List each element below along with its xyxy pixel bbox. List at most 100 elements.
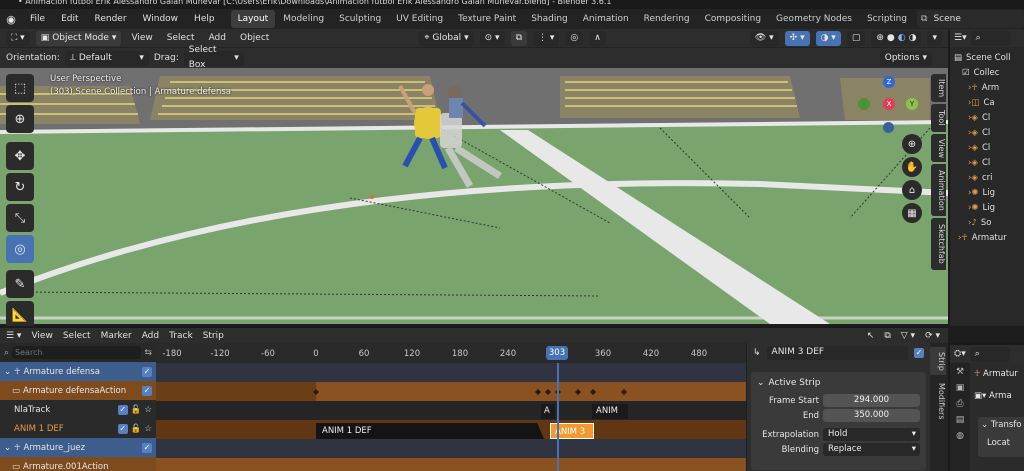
collapse-icon[interactable]: ⌄: [4, 443, 11, 453]
proportional-edit-icon[interactable]: ◎: [565, 30, 584, 46]
ntab-item[interactable]: Item: [931, 74, 946, 102]
properties-search-icon[interactable]: ⌕: [969, 346, 1010, 362]
wireframe-shading-icon[interactable]: ⊕: [876, 31, 884, 46]
3d-viewport[interactable]: User Perspective (303) Scene Collection …: [0, 68, 948, 324]
outliner-item[interactable]: ›◈ Cl: [954, 155, 1024, 170]
drag-dropdown[interactable]: Select Box ▾: [183, 45, 244, 70]
nla-strip-a[interactable]: A: [541, 404, 555, 419]
tab-texture-paint[interactable]: Texture Paint: [451, 10, 523, 28]
current-frame-indicator[interactable]: 303: [546, 346, 568, 360]
transform-header[interactable]: ⌄ Transfo: [981, 420, 1023, 430]
outliner-item[interactable]: ›◈ Cl: [954, 110, 1024, 125]
playhead-line[interactable]: [557, 363, 559, 471]
ntab-view[interactable]: View: [931, 134, 946, 162]
solid-shading-icon[interactable]: ●: [887, 31, 895, 46]
nla-cursor-icon[interactable]: ↖: [867, 331, 875, 341]
xray-icon[interactable]: ▢: [846, 30, 866, 46]
tab-strip[interactable]: Strip: [930, 347, 946, 375]
tab-modifiers[interactable]: Modifiers: [930, 379, 946, 423]
scene-selector[interactable]: ⧉ Scene: [917, 10, 1024, 28]
lock-icon[interactable]: 🔓: [131, 424, 142, 434]
ntab-sketchfab[interactable]: Sketchfab: [931, 218, 946, 270]
menu-file[interactable]: File: [22, 9, 53, 29]
tab-layout[interactable]: Layout: [230, 10, 276, 28]
outliner-search-icon[interactable]: ⌕: [970, 30, 1011, 46]
properties-object-field[interactable]: ▣▾ Arma: [974, 391, 1012, 401]
rotate-icon[interactable]: ↻: [6, 173, 34, 201]
shading-options-icon[interactable]: ▾: [927, 30, 942, 46]
gizmo-x-axis[interactable]: X: [883, 98, 895, 110]
gizmo-neg-y-axis[interactable]: [858, 98, 870, 110]
tab-modeling[interactable]: Modeling: [276, 10, 331, 28]
editor-type-icon[interactable]: ⛶ ▾: [6, 30, 30, 46]
lock-icon[interactable]: 🔓: [131, 405, 142, 415]
checkbox-icon[interactable]: ☑: [962, 68, 970, 78]
nla-snap-icon[interactable]: ⧉: [884, 331, 890, 341]
extrapolation-dropdown[interactable]: Hold ▾: [823, 428, 920, 441]
shading-modes[interactable]: ⊕ ● ◐ ◑: [871, 30, 922, 46]
active-strip-header[interactable]: ⌄ Active Strip: [757, 376, 920, 390]
menu-select[interactable]: Select: [163, 33, 199, 43]
gizmo-neg-z-axis[interactable]: [883, 122, 894, 133]
falloff-icon[interactable]: ∧: [589, 30, 606, 46]
nla-menu-add[interactable]: Add: [142, 331, 159, 341]
grid-view-icon[interactable]: ▦: [902, 203, 922, 223]
tab-rendering[interactable]: Rendering: [637, 10, 697, 28]
material-shading-icon[interactable]: ◐: [898, 31, 906, 46]
channel-checkbox[interactable]: ✓: [142, 366, 152, 377]
collapse-icon[interactable]: ⌄: [4, 367, 11, 377]
snap-toggle-icon[interactable]: ⧉: [510, 30, 527, 46]
select-box-icon[interactable]: ⬚: [6, 74, 34, 102]
nla-channel-object[interactable]: ⌄ ☥ Armature defensa ✓: [0, 362, 156, 381]
nla-menu-strip[interactable]: Strip: [203, 331, 224, 341]
nla-channel-track-active[interactable]: ANIM 1 DEF ✓ 🔓 ☆: [0, 419, 156, 438]
star-icon[interactable]: ☆: [144, 424, 152, 434]
swap-icon[interactable]: ⇆: [144, 348, 152, 358]
outliner-item[interactable]: ›◈ Cl: [954, 125, 1024, 140]
nla-autosnap-icon[interactable]: ⟳ ▾: [925, 331, 940, 341]
nla-search-input[interactable]: [12, 346, 142, 359]
outliner-scene-collection[interactable]: ▤ Scene Coll: [954, 50, 1024, 65]
outliner-item[interactable]: ›◫ Ca: [954, 95, 1024, 110]
nla-channel-action[interactable]: ▭ Armature.001Action: [0, 457, 156, 471]
tool-tab-icon[interactable]: ⚒: [950, 367, 970, 377]
channel-checkbox[interactable]: ✓: [142, 385, 152, 396]
outliner-item[interactable]: ›◈ Cl: [954, 140, 1024, 155]
render-tab-icon[interactable]: ▣: [950, 383, 970, 393]
nla-filter-icon[interactable]: ▽ ▾: [901, 331, 915, 341]
nla-channel-object[interactable]: ⌄ ☥ Armature_juez ✓: [0, 438, 156, 457]
camera-view-icon[interactable]: ⌂: [902, 180, 922, 200]
measure-icon[interactable]: 📐: [6, 301, 34, 329]
outliner-item[interactable]: ›☥ Armatur: [954, 230, 1024, 245]
cursor-icon[interactable]: ⊕: [6, 105, 34, 133]
nla-menu-marker[interactable]: Marker: [101, 331, 132, 341]
menu-window[interactable]: Window: [135, 9, 187, 29]
menu-view[interactable]: View: [127, 33, 156, 43]
tab-sculpting[interactable]: Sculpting: [332, 10, 388, 28]
view-layer-tab-icon[interactable]: ▤: [950, 415, 970, 425]
strip-mute-checkbox[interactable]: ✓: [914, 347, 924, 358]
snap-settings-icon[interactable]: ⋮ ▾: [533, 30, 560, 46]
scale-icon[interactable]: ⤡: [6, 204, 34, 232]
tab-animation[interactable]: Animation: [576, 10, 636, 28]
nla-menu-track[interactable]: Track: [169, 331, 193, 341]
overlay-toggle-icon[interactable]: ◑ ▾: [815, 30, 841, 46]
properties-editor-icon[interactable]: ⛭▾: [954, 349, 966, 359]
rendered-shading-icon[interactable]: ◑: [909, 31, 917, 46]
options-dropdown[interactable]: Options ▾: [879, 50, 932, 66]
blender-logo-icon[interactable]: ◉: [0, 9, 22, 29]
star-icon[interactable]: ☆: [144, 405, 152, 415]
navigation-gizmo[interactable]: Z X Y: [858, 76, 926, 140]
frame-start-input[interactable]: 294.000: [823, 394, 920, 407]
nla-frame-ruler[interactable]: -180 -120 -60 0 60 120 180 240 360 420 4…: [156, 343, 746, 363]
blending-dropdown[interactable]: Replace ▾: [823, 443, 920, 456]
mode-selector[interactable]: ▣ Object Mode ▾: [35, 30, 122, 46]
nla-channel-action[interactable]: ▭ Armature defensaAction ✓: [0, 381, 156, 400]
transform-icon[interactable]: ◎: [6, 235, 34, 263]
frame-end-input[interactable]: 350.000: [823, 409, 920, 422]
pivot-point-icon[interactable]: ⊙ ▾: [479, 30, 505, 46]
outliner-item[interactable]: ☑ Collec: [954, 65, 1024, 80]
tab-compositing[interactable]: Compositing: [698, 10, 768, 28]
channel-checkbox[interactable]: ✓: [117, 423, 128, 434]
ntab-animation[interactable]: Animation: [931, 164, 946, 216]
